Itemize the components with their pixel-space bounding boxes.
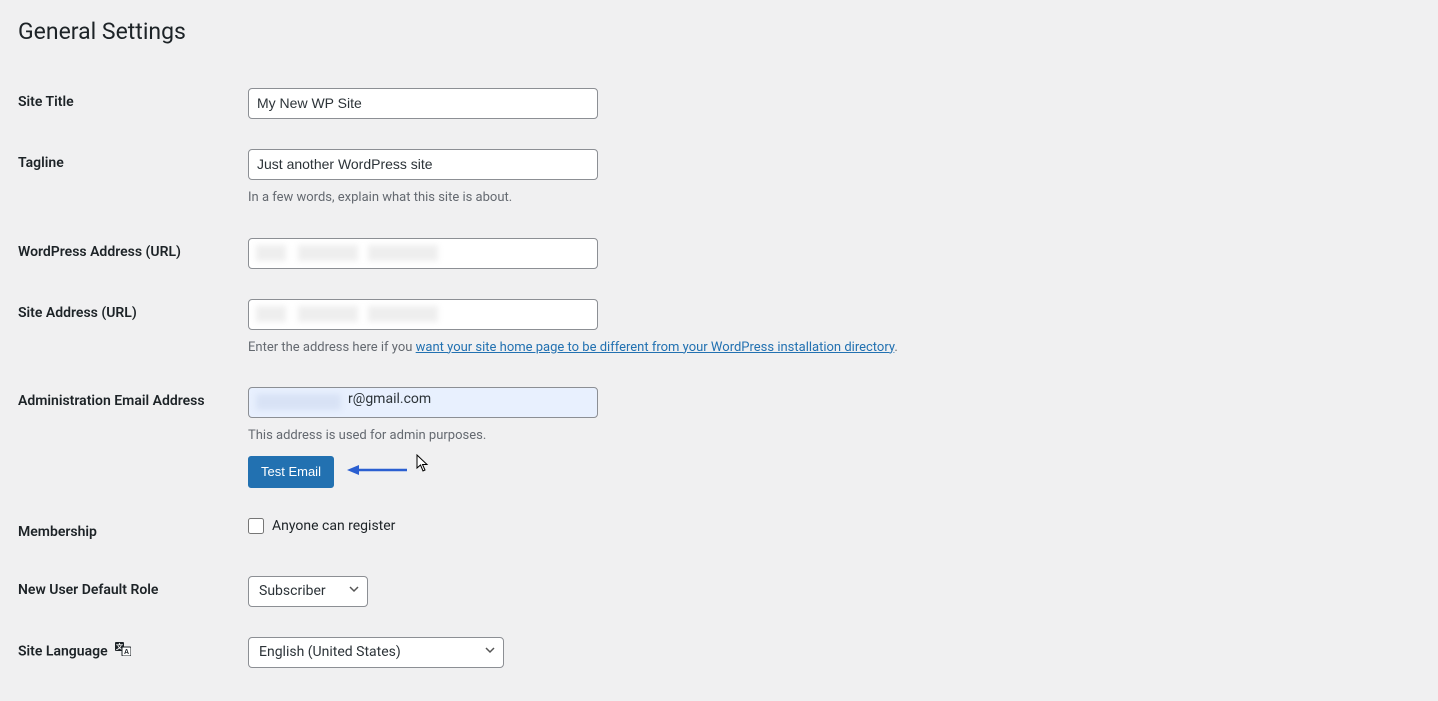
- site-address-description-prefix: Enter the address here if you: [248, 340, 416, 355]
- membership-checkbox-label: Anyone can register: [272, 518, 395, 534]
- arrow-left-icon: [347, 463, 407, 481]
- redacted-block: [256, 245, 286, 261]
- redacted-block: [298, 245, 358, 261]
- site-title-input[interactable]: [248, 88, 598, 119]
- site-language-value: English (United States): [259, 642, 401, 663]
- admin-email-label: Administration Email Address: [18, 372, 238, 503]
- membership-checkbox-row[interactable]: Anyone can register: [248, 518, 1410, 534]
- tagline-description: In a few words, explain what this site i…: [248, 188, 1410, 208]
- translate-icon: 文A: [115, 642, 131, 661]
- site-address-description-link[interactable]: want your site home page to be different…: [416, 340, 895, 355]
- site-language-select[interactable]: English (United States): [248, 637, 504, 668]
- site-language-label: Site Language 文A: [18, 622, 238, 683]
- wp-address-label: WordPress Address (URL): [18, 223, 238, 284]
- site-address-label: Site Address (URL): [18, 284, 238, 373]
- admin-email-description: This address is used for admin purposes.: [248, 426, 1410, 446]
- default-role-select[interactable]: Subscriber: [248, 576, 368, 607]
- default-role-label: New User Default Role: [18, 561, 238, 622]
- redacted-block: [256, 394, 341, 410]
- site-title-label: Site Title: [18, 73, 238, 134]
- test-email-button[interactable]: Test Email: [248, 456, 334, 488]
- membership-checkbox[interactable]: [248, 518, 264, 534]
- redacted-block: [368, 245, 438, 261]
- tagline-input[interactable]: [248, 149, 598, 180]
- redacted-block: [298, 306, 358, 322]
- site-address-description: Enter the address here if you want your …: [248, 338, 1410, 358]
- redacted-block: [368, 306, 438, 322]
- membership-label: Membership: [18, 503, 238, 561]
- cursor-icon: [416, 454, 430, 476]
- redacted-block: [256, 306, 286, 322]
- page-title: General Settings: [18, 18, 1420, 45]
- tagline-label: Tagline: [18, 134, 238, 223]
- settings-form: Site Title Tagline In a few words, expla…: [18, 73, 1420, 683]
- default-role-value: Subscriber: [259, 581, 326, 602]
- site-address-description-suffix: .: [894, 340, 897, 355]
